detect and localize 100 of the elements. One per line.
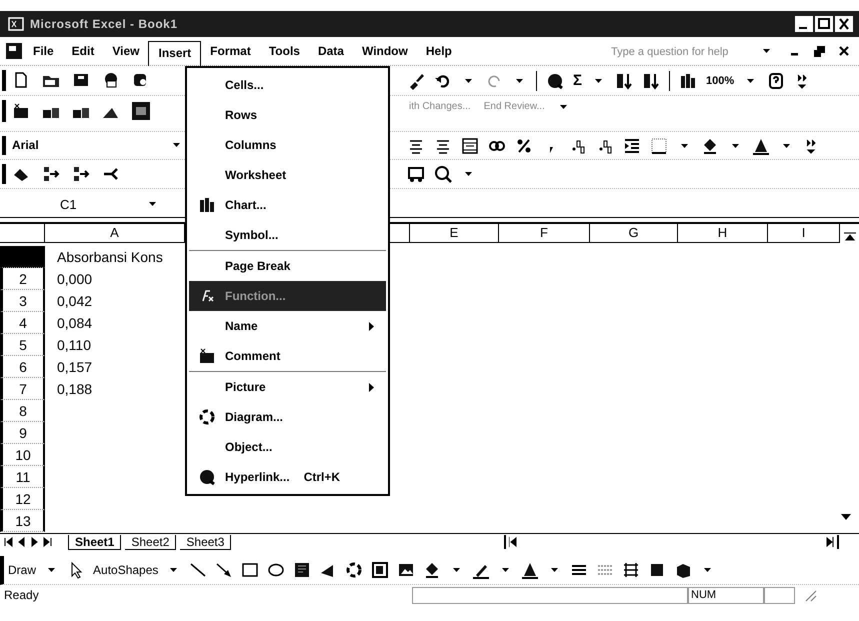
menu-item[interactable]: Diagram...: [189, 402, 386, 432]
column-header[interactable]: G: [590, 224, 678, 243]
row-header[interactable]: 6: [0, 356, 45, 378]
column-header[interactable]: E: [410, 224, 499, 243]
toolbar-button[interactable]: ith Changes...: [407, 100, 473, 113]
menu-item[interactable]: Insert: [148, 40, 202, 66]
menu-item[interactable]: Symbol...: [189, 220, 386, 250]
menu-item[interactable]: Window: [352, 40, 417, 62]
sheet-tab[interactable]: Sheet1: [68, 534, 122, 550]
select-all-button[interactable]: [0, 224, 45, 243]
flow-icon[interactable]: [42, 165, 60, 183]
resize-grip-icon[interactable]: [803, 588, 817, 602]
row-header[interactable]: 8: [0, 400, 45, 422]
camera-icon[interactable]: [407, 165, 425, 183]
caret-icon[interactable]: [732, 144, 739, 148]
fill-color-icon[interactable]: [701, 136, 719, 154]
caret-icon[interactable]: [48, 568, 56, 572]
caret-icon[interactable]: [681, 144, 688, 148]
close-icon[interactable]: [835, 16, 853, 32]
caret-icon[interactable]: [170, 568, 178, 572]
menu-item[interactable]: Columns: [189, 130, 386, 160]
sheet-tab[interactable]: Sheet2: [125, 534, 176, 550]
indent-icon[interactable]: [623, 136, 641, 154]
rectangle-icon[interactable]: [241, 561, 260, 579]
oval-icon[interactable]: [267, 561, 286, 579]
toolbar-button[interactable]: End Review...: [482, 100, 547, 113]
caret-icon[interactable]: [551, 568, 558, 572]
maximize-icon[interactable]: [815, 16, 833, 32]
column-header[interactable]: H: [678, 224, 768, 243]
caret-icon[interactable]: [173, 143, 180, 148]
help-search-field[interactable]: Type a question for help: [609, 44, 759, 58]
image-icon[interactable]: [397, 561, 416, 579]
diagram-icon[interactable]: [198, 408, 216, 426]
row-header[interactable]: [0, 246, 45, 268]
percent-icon[interactable]: [515, 136, 533, 154]
row-header[interactable]: 7: [0, 378, 45, 400]
row-header[interactable]: 2: [0, 268, 45, 290]
row-header[interactable]: 10: [0, 444, 45, 466]
merge-icon[interactable]: [461, 136, 479, 154]
close-icon[interactable]: [839, 46, 849, 56]
line-icon[interactable]: [189, 561, 208, 579]
caret-icon[interactable]: [453, 568, 460, 572]
row-header[interactable]: 11: [0, 466, 45, 488]
menu-item[interactable]: Format: [201, 40, 260, 62]
scroll-up-icon[interactable]: [844, 232, 856, 242]
menu-item[interactable]: Tools: [260, 40, 309, 62]
name-box[interactable]: C1: [60, 196, 145, 212]
3d-icon[interactable]: [674, 561, 692, 579]
font-color-icon[interactable]: [521, 561, 540, 579]
caret-icon[interactable]: [502, 568, 510, 572]
menu-item[interactable]: Comment: [189, 341, 386, 371]
menu-item[interactable]: Function...: [189, 281, 386, 311]
scroll-down-icon[interactable]: [840, 513, 852, 521]
scroll-left-icon[interactable]: [509, 537, 517, 547]
diagram-icon[interactable]: [345, 561, 364, 579]
column-header[interactable]: I: [768, 224, 840, 243]
caret-icon[interactable]: [763, 49, 770, 53]
menu-item[interactable]: Picture: [189, 371, 386, 402]
sort-ascending-icon[interactable]: [615, 72, 634, 90]
caret-icon[interactable]: [704, 568, 712, 572]
menu-item[interactable]: File: [24, 40, 63, 62]
clip-art-icon[interactable]: [371, 561, 390, 579]
font-color-icon[interactable]: [752, 136, 770, 154]
caret-icon[interactable]: [783, 144, 790, 148]
document-icon[interactable]: [4, 42, 24, 60]
row-header[interactable]: 5: [0, 334, 45, 356]
menu-item[interactable]: Data: [308, 40, 353, 62]
zoom-dropdown[interactable]: 100%: [706, 74, 734, 86]
menu-item[interactable]: Help: [416, 40, 461, 62]
menu-item[interactable]: Edit: [62, 40, 104, 62]
caret-icon[interactable]: [149, 202, 156, 206]
autosum-button[interactable]: Σ: [573, 72, 582, 89]
zoom-icon[interactable]: [434, 165, 452, 183]
caret-icon[interactable]: [465, 78, 472, 82]
menu-item[interactable]: Object...: [189, 432, 386, 462]
scroll-right-icon[interactable]: [826, 537, 834, 547]
text-box-icon[interactable]: [293, 561, 312, 579]
caret-icon[interactable]: [465, 172, 472, 176]
font-dropdown[interactable]: Arial: [12, 138, 157, 152]
comment-icon[interactable]: [12, 102, 30, 120]
toolbar-icon[interactable]: [132, 102, 150, 120]
arrow-icon[interactable]: [215, 561, 234, 579]
draw-menu-button[interactable]: Draw: [8, 563, 36, 577]
row-header[interactable]: 3: [0, 290, 45, 312]
autoshapes-menu-button[interactable]: AutoShapes: [93, 563, 158, 577]
row-header[interactable]: 12: [0, 488, 45, 510]
restore-icon[interactable]: [814, 46, 825, 56]
sort-descending-icon[interactable]: [642, 72, 660, 90]
sheet-tab[interactable]: Sheet3: [180, 534, 232, 550]
menu-item[interactable]: Rows: [189, 100, 386, 130]
row-header[interactable]: 9: [0, 422, 45, 444]
caret-icon[interactable]: [747, 78, 754, 82]
caret-icon[interactable]: [595, 78, 602, 82]
column-header[interactable]: F: [499, 224, 590, 243]
arrow-style-icon[interactable]: [622, 561, 640, 579]
menu-item[interactable]: Cells...: [189, 70, 386, 100]
horizontal-scrollbar[interactable]: [504, 535, 839, 549]
borders-icon[interactable]: [650, 136, 668, 154]
menu-item[interactable]: Hyperlink... Ctrl+K: [189, 462, 386, 492]
flow-icon[interactable]: [72, 165, 90, 183]
